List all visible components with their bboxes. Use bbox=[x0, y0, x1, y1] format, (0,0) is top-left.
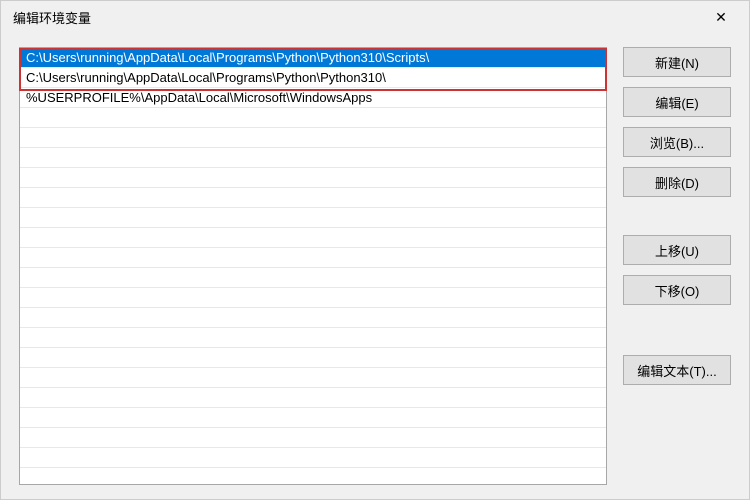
new-button[interactable]: 新建(N) bbox=[623, 47, 731, 77]
empty-row bbox=[20, 128, 606, 148]
close-button[interactable]: ✕ bbox=[701, 3, 741, 31]
empty-row bbox=[20, 108, 606, 128]
browse-button[interactable]: 浏览(B)... bbox=[623, 127, 731, 157]
empty-row bbox=[20, 428, 606, 448]
empty-row bbox=[20, 248, 606, 268]
spacer bbox=[623, 207, 731, 225]
dialog-content: C:\Users\running\AppData\Local\Programs\… bbox=[1, 33, 749, 499]
delete-button[interactable]: 删除(D) bbox=[623, 167, 731, 197]
empty-row bbox=[20, 168, 606, 188]
empty-row bbox=[20, 228, 606, 248]
edit-text-button[interactable]: 编辑文本(T)... bbox=[623, 355, 731, 385]
empty-row bbox=[20, 308, 606, 328]
list-item[interactable]: %USERPROFILE%\AppData\Local\Microsoft\Wi… bbox=[20, 88, 606, 108]
empty-row bbox=[20, 388, 606, 408]
edit-button[interactable]: 编辑(E) bbox=[623, 87, 731, 117]
spacer bbox=[623, 315, 731, 345]
env-variable-dialog: 编辑环境变量 ✕ C:\Users\running\AppData\Local\… bbox=[0, 0, 750, 500]
empty-row bbox=[20, 328, 606, 348]
empty-row bbox=[20, 268, 606, 288]
button-column: 新建(N) 编辑(E) 浏览(B)... 删除(D) 上移(U) 下移(O) 编… bbox=[623, 47, 731, 485]
empty-row bbox=[20, 368, 606, 388]
list-item[interactable]: C:\Users\running\AppData\Local\Programs\… bbox=[20, 68, 606, 88]
close-icon: ✕ bbox=[715, 9, 727, 26]
empty-row bbox=[20, 188, 606, 208]
path-list[interactable]: C:\Users\running\AppData\Local\Programs\… bbox=[19, 47, 607, 485]
empty-row bbox=[20, 208, 606, 228]
list-item[interactable]: C:\Users\running\AppData\Local\Programs\… bbox=[20, 48, 606, 68]
empty-row bbox=[20, 448, 606, 468]
move-down-button[interactable]: 下移(O) bbox=[623, 275, 731, 305]
empty-row bbox=[20, 288, 606, 308]
empty-row bbox=[20, 408, 606, 428]
titlebar: 编辑环境变量 ✕ bbox=[1, 1, 749, 33]
empty-row bbox=[20, 348, 606, 368]
move-up-button[interactable]: 上移(U) bbox=[623, 235, 731, 265]
dialog-title: 编辑环境变量 bbox=[13, 8, 701, 27]
empty-row bbox=[20, 148, 606, 168]
